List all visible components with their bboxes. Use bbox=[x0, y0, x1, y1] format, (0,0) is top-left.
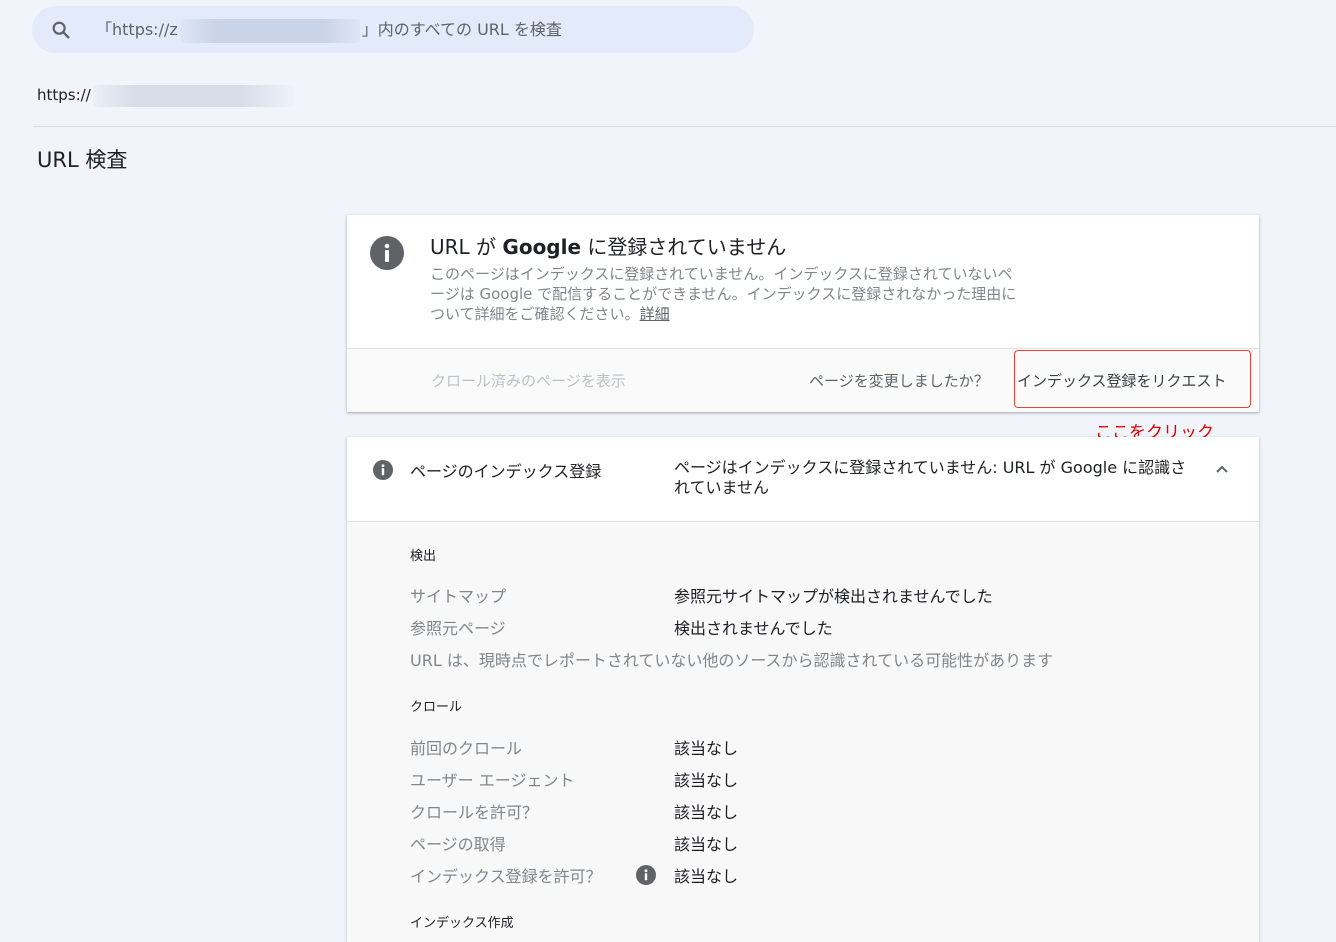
info-icon bbox=[370, 236, 404, 270]
search-prefix: 「https://z bbox=[96, 20, 178, 39]
chevron-up-icon[interactable] bbox=[1214, 461, 1230, 477]
learn-more-link[interactable]: 詳細 bbox=[640, 305, 670, 323]
row-referring-page-label: 参照元ページ bbox=[410, 619, 506, 638]
inspected-url-prefix: https:// bbox=[37, 86, 91, 104]
page-title: URL 検査 bbox=[37, 148, 128, 172]
row-sitemap-value: 参照元サイトマップが検出されませんでした bbox=[674, 587, 993, 606]
url-inspect-search-bar[interactable]: 「https://z 」内のすべての URL を検査 bbox=[32, 6, 754, 53]
redacted-url bbox=[92, 84, 293, 107]
row-page-fetch-value: 該当なし bbox=[674, 835, 739, 854]
row-user-agent-label: ユーザー エージェント bbox=[410, 771, 575, 790]
page-indexing-label: ページのインデックス登録 bbox=[410, 462, 602, 481]
view-crawled-page-button[interactable]: クロール済みのページを表示 bbox=[431, 370, 626, 391]
section-crawl-title: クロール bbox=[410, 700, 463, 715]
summary-title-prefix: URL が bbox=[430, 235, 503, 259]
header-divider bbox=[33, 126, 1336, 127]
summary-card: URL が Google に登録されていません このページはインデックスに登録さ… bbox=[347, 215, 1259, 412]
row-page-fetch-label: ページの取得 bbox=[410, 835, 506, 854]
page-indexing-card: ページのインデックス登録 ページはインデックスに登録されていません: URL が… bbox=[347, 437, 1259, 942]
row-sitemap-label: サイトマップ bbox=[410, 587, 507, 606]
row-crawl-allowed-value: 該当なし bbox=[674, 803, 739, 822]
annotation-highlight-box bbox=[1014, 350, 1251, 408]
info-icon bbox=[373, 460, 393, 480]
section-discovery-title: 検出 bbox=[410, 549, 437, 564]
discovery-note: URL は、現時点でレポートされていない他のソースから認識されている可能性があり… bbox=[410, 651, 1054, 670]
search-input[interactable]: 「https://z 」内のすべての URL を検査 bbox=[96, 6, 562, 53]
section-indexing-title: インデックス作成 bbox=[410, 916, 514, 931]
summary-title-brand: Google bbox=[502, 235, 582, 259]
summary-title: URL が Google に登録されていません bbox=[430, 233, 786, 261]
row-referring-page-value: 検出されませんでした bbox=[674, 619, 833, 638]
row-indexing-allowed-label: インデックス登録を許可？ bbox=[410, 867, 602, 886]
summary-description: このページはインデックスに登録されていません。インデックスに登録されていないペー… bbox=[430, 264, 1020, 324]
page-indexing-header[interactable]: ページのインデックス登録 ページはインデックスに登録されていません: URL が… bbox=[347, 437, 1259, 521]
search-suffix: 」内のすべての URL を検査 bbox=[361, 20, 562, 39]
row-indexing-allowed-value: 該当なし bbox=[674, 867, 739, 886]
row-last-crawl-value: 該当なし bbox=[674, 739, 739, 758]
row-last-crawl-label: 前回のクロール bbox=[410, 739, 523, 758]
summary-description-text: このページはインデックスに登録されていません。インデックスに登録されていないペー… bbox=[430, 265, 1017, 323]
row-user-agent-value: 該当なし bbox=[674, 771, 739, 790]
changed-page-question: ページを変更しましたか？ bbox=[809, 372, 989, 390]
summary-title-suffix: に登録されていません bbox=[581, 235, 787, 259]
row-crawl-allowed-label: クロールを許可？ bbox=[410, 803, 539, 822]
info-icon[interactable] bbox=[636, 865, 656, 885]
inspected-url: https:// bbox=[37, 82, 293, 108]
search-icon[interactable] bbox=[50, 19, 72, 41]
redacted-domain bbox=[179, 18, 360, 43]
page-indexing-status: ページはインデックスに登録されていません: URL が Google に認識され… bbox=[674, 458, 1187, 497]
